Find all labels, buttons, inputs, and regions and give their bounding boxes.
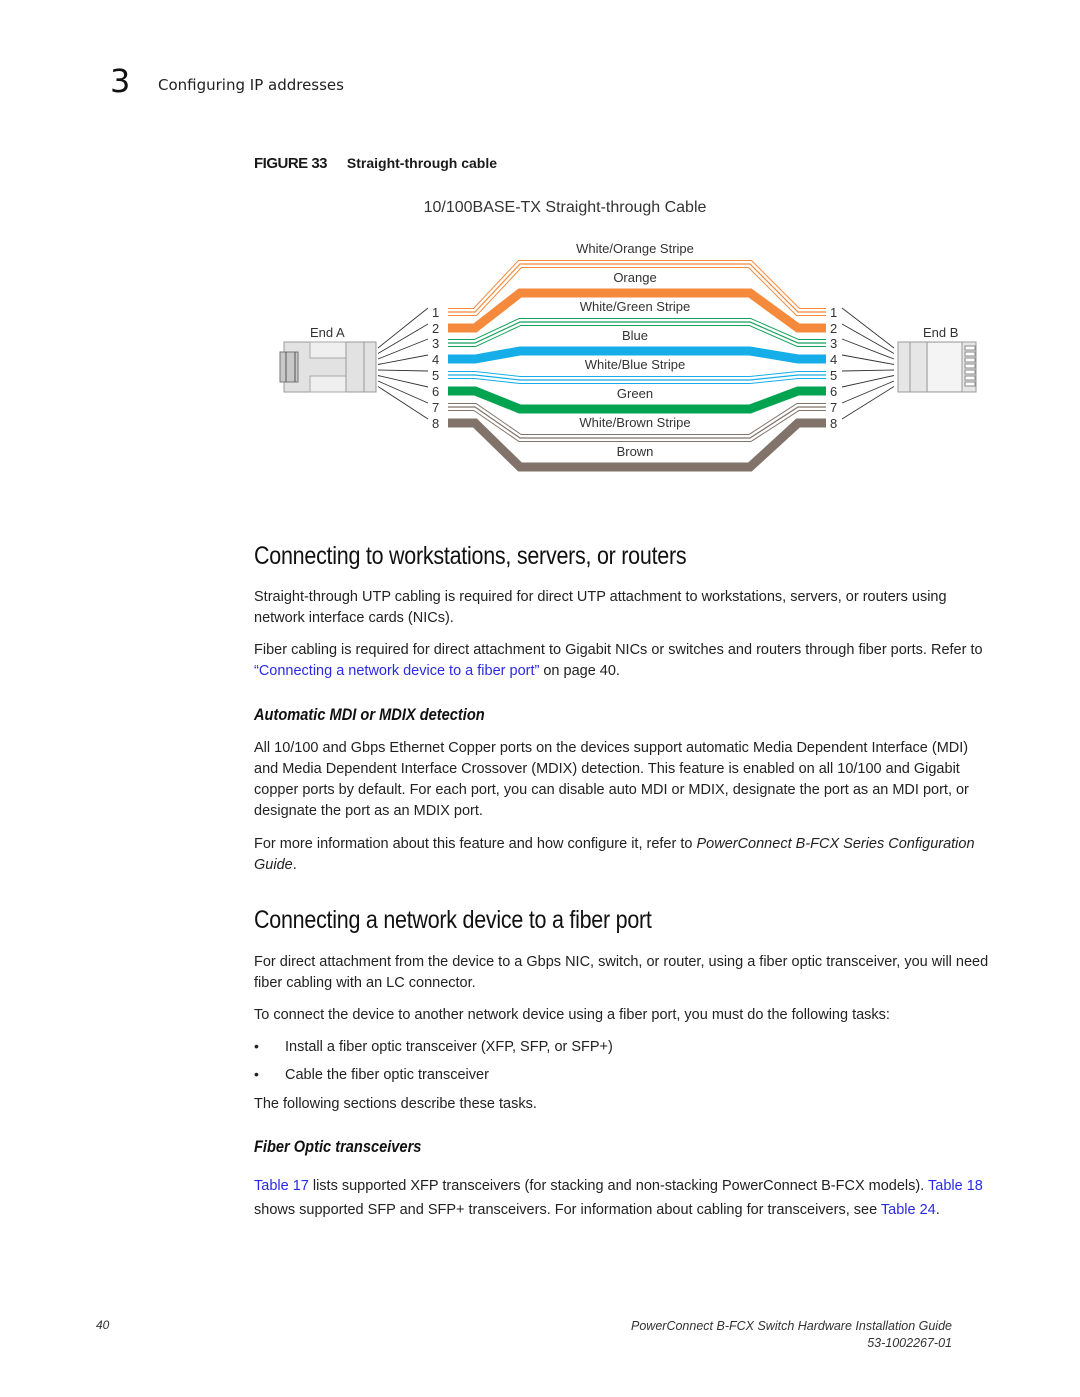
pin-number: 3 bbox=[830, 336, 837, 351]
end-a-label: End A bbox=[310, 325, 345, 340]
pin-number: 3 bbox=[432, 336, 439, 351]
fanout-line bbox=[377, 380, 429, 404]
pin-number: 4 bbox=[432, 352, 439, 367]
pin-number: 1 bbox=[432, 305, 439, 320]
subheading-transceivers: Fiber Optic transceivers bbox=[254, 1137, 422, 1156]
doc-number: 53-1002267-01 bbox=[867, 1336, 952, 1350]
wire-label: White/Blue Stripe bbox=[585, 357, 685, 372]
list-item: • Install a fiber optic transceiver (XFP,… bbox=[254, 1038, 613, 1055]
figure-label: FIGURE 33 bbox=[254, 155, 328, 172]
pin-number: 4 bbox=[830, 352, 837, 367]
text: For more information about this feature … bbox=[254, 836, 697, 852]
pin-number: 2 bbox=[432, 321, 439, 336]
subheading-mdi: Automatic MDI or MDIX detection bbox=[254, 705, 485, 724]
wire-white-blue-stripe bbox=[448, 371, 826, 384]
fanout-line bbox=[377, 386, 429, 420]
text: . bbox=[292, 857, 297, 873]
pin-number: 1 bbox=[830, 305, 837, 320]
page-number: 40 bbox=[96, 1318, 110, 1332]
wire-label: Brown bbox=[617, 444, 654, 459]
list-item-text: Install a fiber optic transceiver (XFP, … bbox=[285, 1039, 613, 1055]
wire-label: White/Green Stripe bbox=[580, 299, 691, 314]
pin-number: 5 bbox=[830, 368, 837, 383]
pin-number: 8 bbox=[432, 416, 439, 431]
text: shows supported SFP and SFP+ transceiver… bbox=[254, 1201, 881, 1218]
fanout-line bbox=[377, 375, 429, 388]
pin-number: 5 bbox=[432, 368, 439, 383]
fanout-line bbox=[841, 380, 895, 404]
paragraph: For more information about this feature … bbox=[254, 834, 994, 876]
paragraph: The following sections describe these ta… bbox=[254, 1096, 537, 1112]
diagram-title: 10/100BASE-TX Straight-through Cable bbox=[424, 199, 707, 216]
paragraph: Fiber cabling is required for direct att… bbox=[254, 640, 994, 682]
connector-end-b: End B bbox=[897, 325, 977, 393]
paragraph: All 10/100 and Gbps Ethernet Copper port… bbox=[254, 740, 969, 819]
chapter-number: 3 bbox=[110, 62, 131, 100]
pin-number: 8 bbox=[830, 416, 837, 431]
wire-label: White/Orange Stripe bbox=[576, 241, 694, 256]
paragraph: Table 17 lists supported XFP transceiver… bbox=[254, 1175, 994, 1222]
figure-caption: FIGURE 33 Straight-through cable bbox=[254, 155, 497, 172]
pin-numbers-end-b: 12345678 bbox=[830, 305, 837, 431]
pin-numbers-end-a: 12345678 bbox=[432, 305, 439, 431]
heading-workstations: Connecting to workstations, servers, or … bbox=[254, 542, 687, 570]
bullet-icon: • bbox=[254, 1066, 259, 1082]
bullet-icon: • bbox=[254, 1038, 259, 1054]
fanout-line bbox=[841, 375, 895, 388]
pin-number: 7 bbox=[830, 400, 837, 415]
wire-label: Green bbox=[617, 386, 653, 401]
connector-end-a: End A bbox=[279, 325, 377, 393]
fanout-line bbox=[377, 369, 429, 372]
text: lists supported XFP transceivers (for st… bbox=[308, 1178, 929, 1194]
figure-caption-text: Straight-through cable bbox=[346, 155, 498, 171]
wire-label: Blue bbox=[622, 328, 648, 343]
guide-title: PowerConnect B-FCX Switch Hardware Insta… bbox=[631, 1319, 952, 1333]
link-table-17[interactable]: Table 17 bbox=[254, 1178, 309, 1194]
chapter-title: Configuring IP addresses bbox=[158, 76, 344, 94]
fanout-line bbox=[841, 369, 895, 372]
wire-label: Orange bbox=[613, 270, 656, 285]
pin-number: 2 bbox=[830, 321, 837, 336]
pin-number: 6 bbox=[432, 384, 439, 399]
pin-number: 7 bbox=[432, 400, 439, 415]
list-item: • Cable the fiber optic transceiver bbox=[254, 1066, 489, 1083]
fanout-line bbox=[841, 386, 895, 420]
paragraph: Straight-through UTP cabling is required… bbox=[254, 589, 947, 626]
link-fiber-port[interactable]: “Connecting a network device to a fiber … bbox=[254, 663, 539, 679]
link-table-24[interactable]: Table 24 bbox=[881, 1202, 936, 1218]
wire-label: White/Brown Stripe bbox=[579, 415, 690, 430]
footer-info: PowerConnect B-FCX Switch Hardware Insta… bbox=[631, 1318, 952, 1352]
text: Fiber cabling is required for direct att… bbox=[254, 642, 983, 658]
text: on page 40. bbox=[539, 663, 620, 679]
paragraph: For direct attachment from the device to… bbox=[254, 954, 989, 991]
cable-diagram: 10/100BASE-TX Straight-through Cable End… bbox=[279, 199, 977, 472]
heading-fiber-port: Connecting a network device to a fiber p… bbox=[254, 906, 652, 934]
paragraph: To connect the device to another network… bbox=[254, 1007, 890, 1023]
list-item-text: Cable the fiber optic transceiver bbox=[285, 1067, 489, 1083]
pin-number: 6 bbox=[830, 384, 837, 399]
text: . bbox=[935, 1201, 940, 1218]
end-b-label: End B bbox=[923, 325, 958, 340]
link-table-18[interactable]: Table 18 bbox=[928, 1178, 983, 1194]
